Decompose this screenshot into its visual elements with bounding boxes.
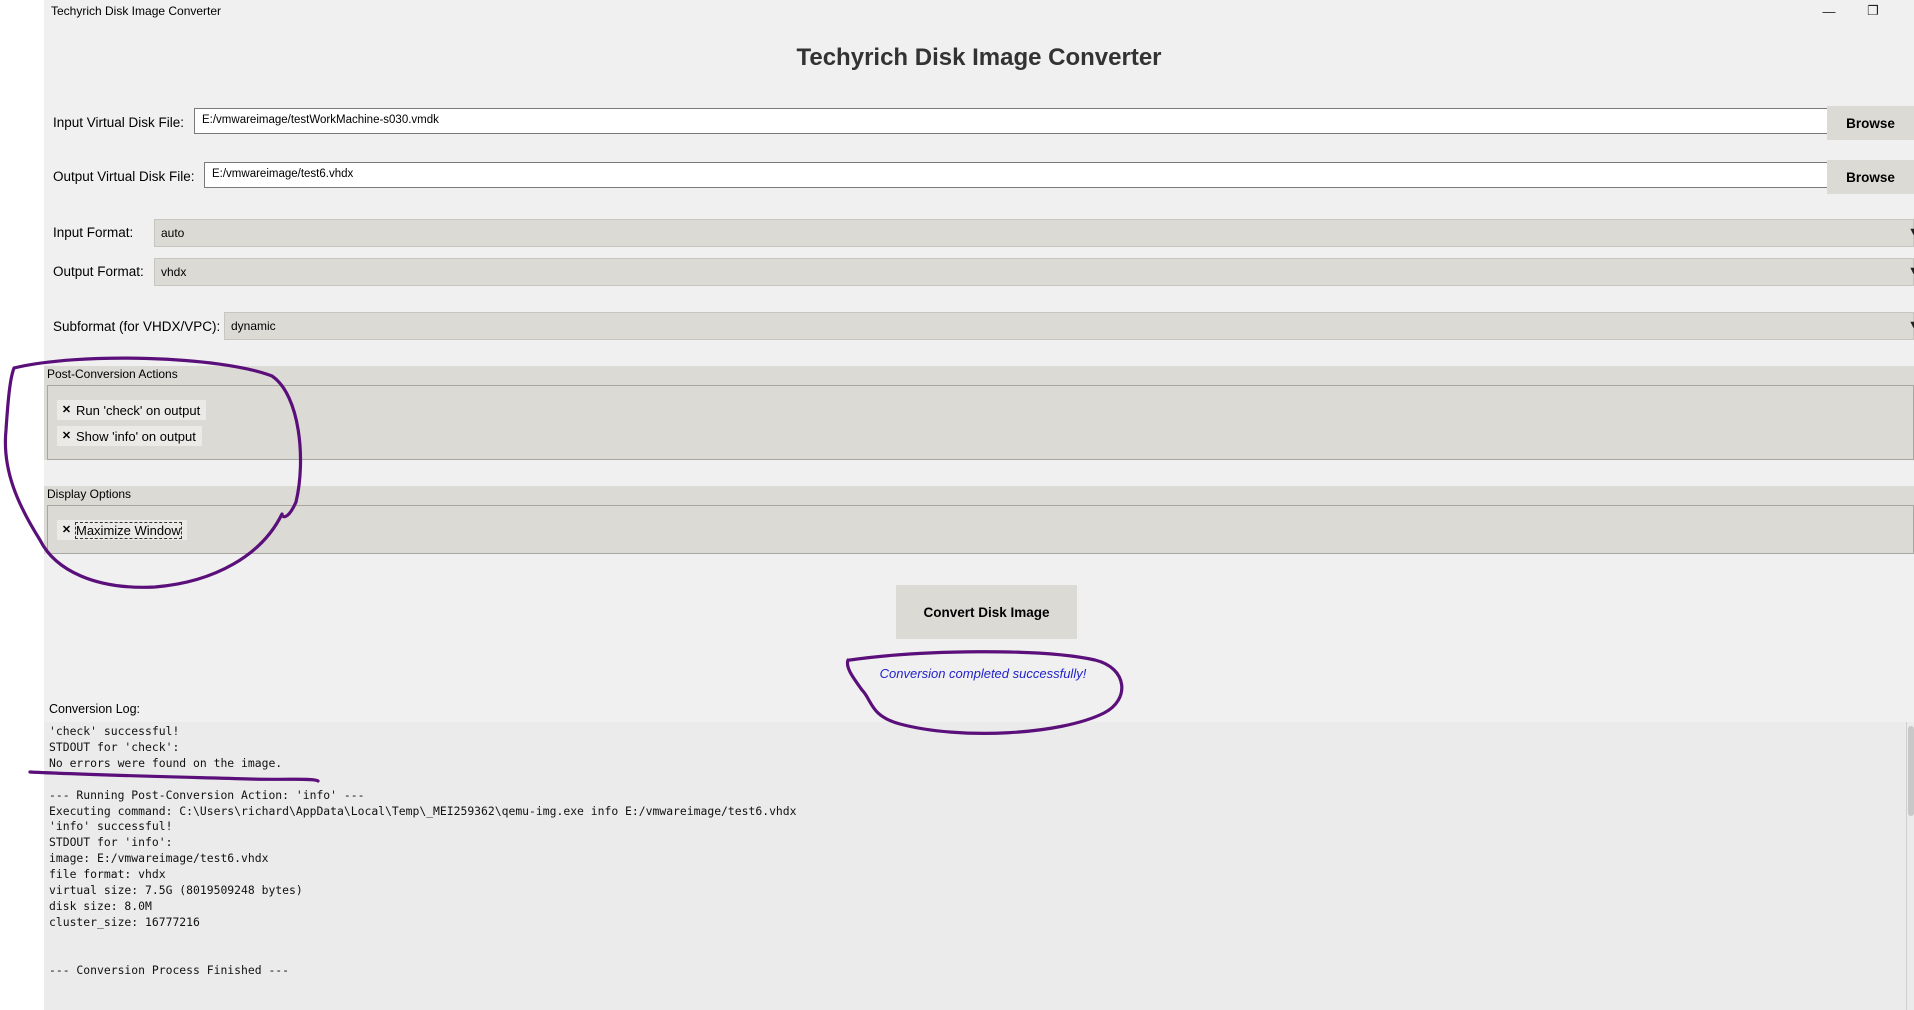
input-format-select[interactable]: auto ▼ (154, 219, 1914, 247)
restore-icon[interactable]: ❐ (1858, 0, 1888, 22)
log-scrollbar-thumb[interactable] (1908, 726, 1914, 816)
display-options-title: Display Options (47, 487, 132, 501)
run-check-checkbox[interactable]: ✕ Run 'check' on output (57, 400, 207, 420)
app-heading: Techyrich Disk Image Converter (796, 44, 1162, 71)
checkbox-checked-icon: ✕ (61, 429, 72, 442)
checkbox-checked-icon: ✕ (61, 523, 72, 536)
title-bar: Techyrich Disk Image Converter — ❐ (44, 0, 1914, 22)
subformat-select[interactable]: dynamic ▼ (224, 312, 1914, 340)
app-window: Techyrich Disk Image Converter — ❐ Techy… (44, 0, 1914, 1010)
output-format-label: Output Format: (53, 264, 144, 279)
log-label: Conversion Log: (49, 702, 141, 716)
chevron-down-icon[interactable]: ▼ (1908, 265, 1914, 277)
maximize-window-checkbox[interactable]: ✕ Maximize Window (57, 520, 187, 540)
input-format-value: auto (161, 226, 185, 240)
subformat-label: Subformat (for VHDX/VPC): (53, 319, 221, 334)
input-browse-button[interactable]: Browse (1827, 106, 1914, 140)
show-info-label: Show 'info' on output (76, 428, 196, 444)
maximize-window-label: Maximize Window (75, 521, 182, 539)
status-message: Conversion completed successfully! (879, 666, 1087, 681)
checkbox-checked-icon: ✕ (61, 403, 72, 416)
subformat-value: dynamic (231, 319, 276, 333)
run-check-label: Run 'check' on output (76, 402, 201, 418)
input-file-label: Input Virtual Disk File: (53, 115, 185, 130)
output-browse-button[interactable]: Browse (1827, 160, 1914, 194)
input-format-label: Input Format: (53, 225, 134, 240)
display-options-group (47, 505, 1914, 554)
chevron-down-icon[interactable]: ▼ (1908, 226, 1914, 238)
output-file-field[interactable]: E:/vmwareimage/test6.vhdx (204, 162, 1862, 188)
output-file-label: Output Virtual Disk File: (53, 169, 195, 184)
input-file-field[interactable]: E:/vmwareimage/testWorkMachine-s030.vmdk (194, 108, 1862, 134)
minimize-icon[interactable]: — (1814, 0, 1844, 22)
output-format-value: vhdx (161, 265, 187, 279)
output-format-select[interactable]: vhdx ▼ (154, 258, 1914, 286)
show-info-checkbox[interactable]: ✕ Show 'info' on output (57, 426, 202, 446)
window-title: Techyrich Disk Image Converter (51, 4, 222, 18)
convert-button[interactable]: Convert Disk Image (896, 585, 1077, 639)
chevron-down-icon[interactable]: ▼ (1908, 319, 1914, 331)
conversion-log[interactable]: 'check' successful! STDOUT for 'check': … (44, 722, 1914, 1010)
post-actions-title: Post-Conversion Actions (47, 367, 178, 381)
post-actions-group (47, 385, 1914, 460)
